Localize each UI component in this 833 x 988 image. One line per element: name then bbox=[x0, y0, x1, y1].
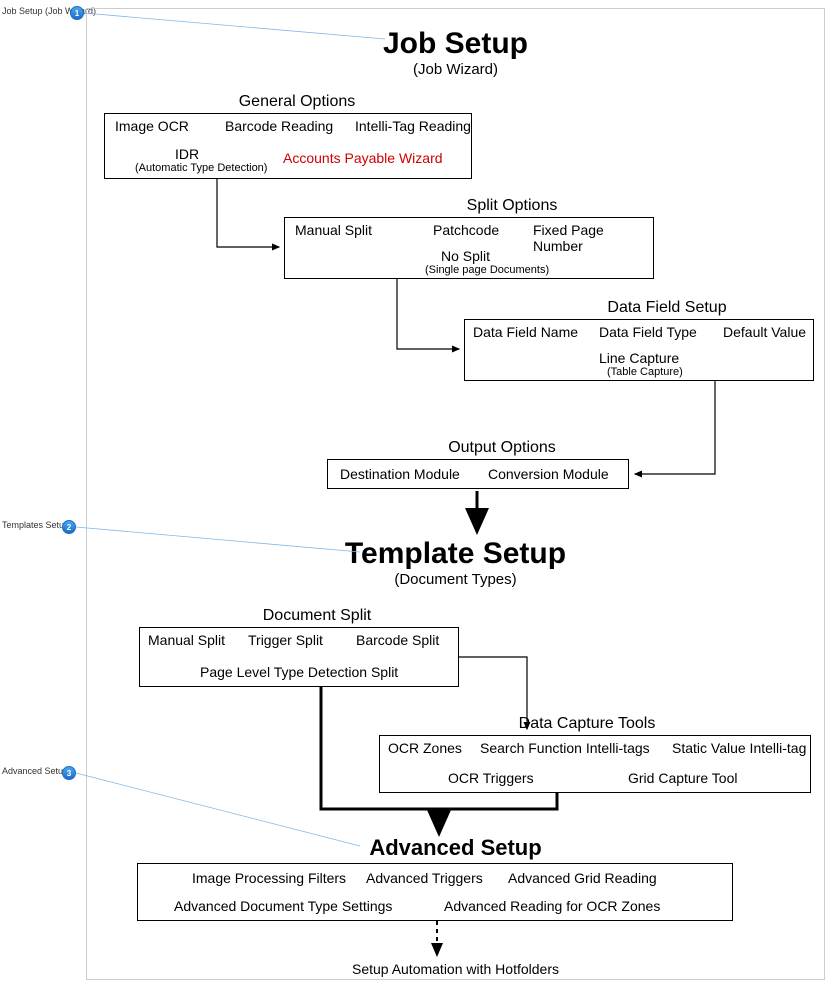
item-grid-capture: Grid Capture Tool bbox=[628, 770, 737, 786]
output-options-box: Destination Module Conversion Module bbox=[327, 459, 629, 489]
data-capture-tools-label: Data Capture Tools bbox=[457, 715, 717, 733]
item-ds-pagelevel: Page Level Type Detection Split bbox=[200, 664, 398, 680]
item-df-type: Data Field Type bbox=[599, 324, 697, 340]
item-conversion-module: Conversion Module bbox=[488, 466, 609, 482]
item-df-name: Data Field Name bbox=[473, 324, 578, 340]
output-options-label: Output Options bbox=[362, 439, 642, 457]
data-field-setup-label: Data Field Setup bbox=[537, 299, 797, 317]
item-patchcode: Patchcode bbox=[433, 222, 499, 238]
split-options-label: Split Options bbox=[412, 197, 612, 215]
item-ap-wizard: Accounts Payable Wizard bbox=[283, 150, 443, 166]
template-setup-title: Template Setup bbox=[87, 537, 824, 571]
callout-3-badge: 3 bbox=[62, 766, 76, 780]
item-no-split-sub: (Single page Documents) bbox=[425, 264, 549, 276]
item-no-split: No Split bbox=[441, 248, 490, 264]
item-idr: IDR bbox=[175, 146, 199, 162]
data-capture-tools-box: OCR Zones Search Function Intelli-tags S… bbox=[379, 735, 811, 793]
callout-3-label: Advanced Setup bbox=[2, 766, 68, 776]
job-setup-subtitle: (Job Wizard) bbox=[87, 61, 824, 78]
item-image-ocr: Image OCR bbox=[115, 118, 189, 134]
template-setup-subtitle: (Document Types) bbox=[87, 571, 824, 588]
callout-1-badge: 1 bbox=[70, 6, 84, 20]
item-ds-manual: Manual Split bbox=[148, 632, 225, 648]
item-img-proc: Image Processing Filters bbox=[192, 870, 346, 886]
advanced-setup-title: Advanced Setup bbox=[87, 835, 824, 861]
callout-2-badge: 2 bbox=[62, 520, 76, 534]
general-options-label: General Options bbox=[137, 93, 457, 111]
callout-2-label: Templates Setup bbox=[2, 520, 69, 530]
item-adv-triggers: Advanced Triggers bbox=[366, 870, 483, 886]
data-field-setup-box: Data Field Name Data Field Type Default … bbox=[464, 319, 814, 381]
item-ocr-zones: OCR Zones bbox=[388, 740, 462, 756]
item-intelli-tag: Intelli-Tag Reading bbox=[355, 118, 471, 134]
document-split-box: Manual Split Trigger Split Barcode Split… bbox=[139, 627, 459, 687]
item-barcode-reading: Barcode Reading bbox=[225, 118, 333, 134]
item-fixed-page: Fixed Page Number bbox=[533, 222, 653, 254]
item-ds-trigger: Trigger Split bbox=[248, 632, 323, 648]
item-adv-ocrzones: Advanced Reading for OCR Zones bbox=[444, 898, 660, 914]
item-adv-grid: Advanced Grid Reading bbox=[508, 870, 657, 886]
item-ocr-triggers: OCR Triggers bbox=[448, 770, 534, 786]
footer-text: Setup Automation with Hotfolders bbox=[87, 961, 824, 977]
item-manual-split: Manual Split bbox=[295, 222, 372, 238]
document-split-label: Document Split bbox=[197, 607, 437, 625]
item-adv-doctype: Advanced Document Type Settings bbox=[174, 898, 392, 914]
diagram-canvas: Job Setup (Job Wizard) General Options I… bbox=[86, 8, 825, 980]
item-ds-barcode: Barcode Split bbox=[356, 632, 439, 648]
item-search-fn: Search Function Intelli-tags bbox=[480, 740, 650, 756]
item-df-default: Default Value bbox=[723, 324, 806, 340]
item-line-capture: Line Capture bbox=[599, 350, 679, 366]
split-options-box: Manual Split Patchcode Fixed Page Number… bbox=[284, 217, 654, 279]
item-line-capture-sub: (Table Capture) bbox=[607, 366, 683, 378]
item-idr-sub: (Automatic Type Detection) bbox=[135, 162, 267, 174]
job-setup-title: Job Setup bbox=[87, 27, 824, 61]
item-static-val: Static Value Intelli-tag bbox=[672, 740, 806, 756]
advanced-setup-box: Image Processing Filters Advanced Trigge… bbox=[137, 863, 733, 921]
item-destination-module: Destination Module bbox=[340, 466, 460, 482]
general-options-box: Image OCR Barcode Reading Intelli-Tag Re… bbox=[104, 113, 472, 179]
